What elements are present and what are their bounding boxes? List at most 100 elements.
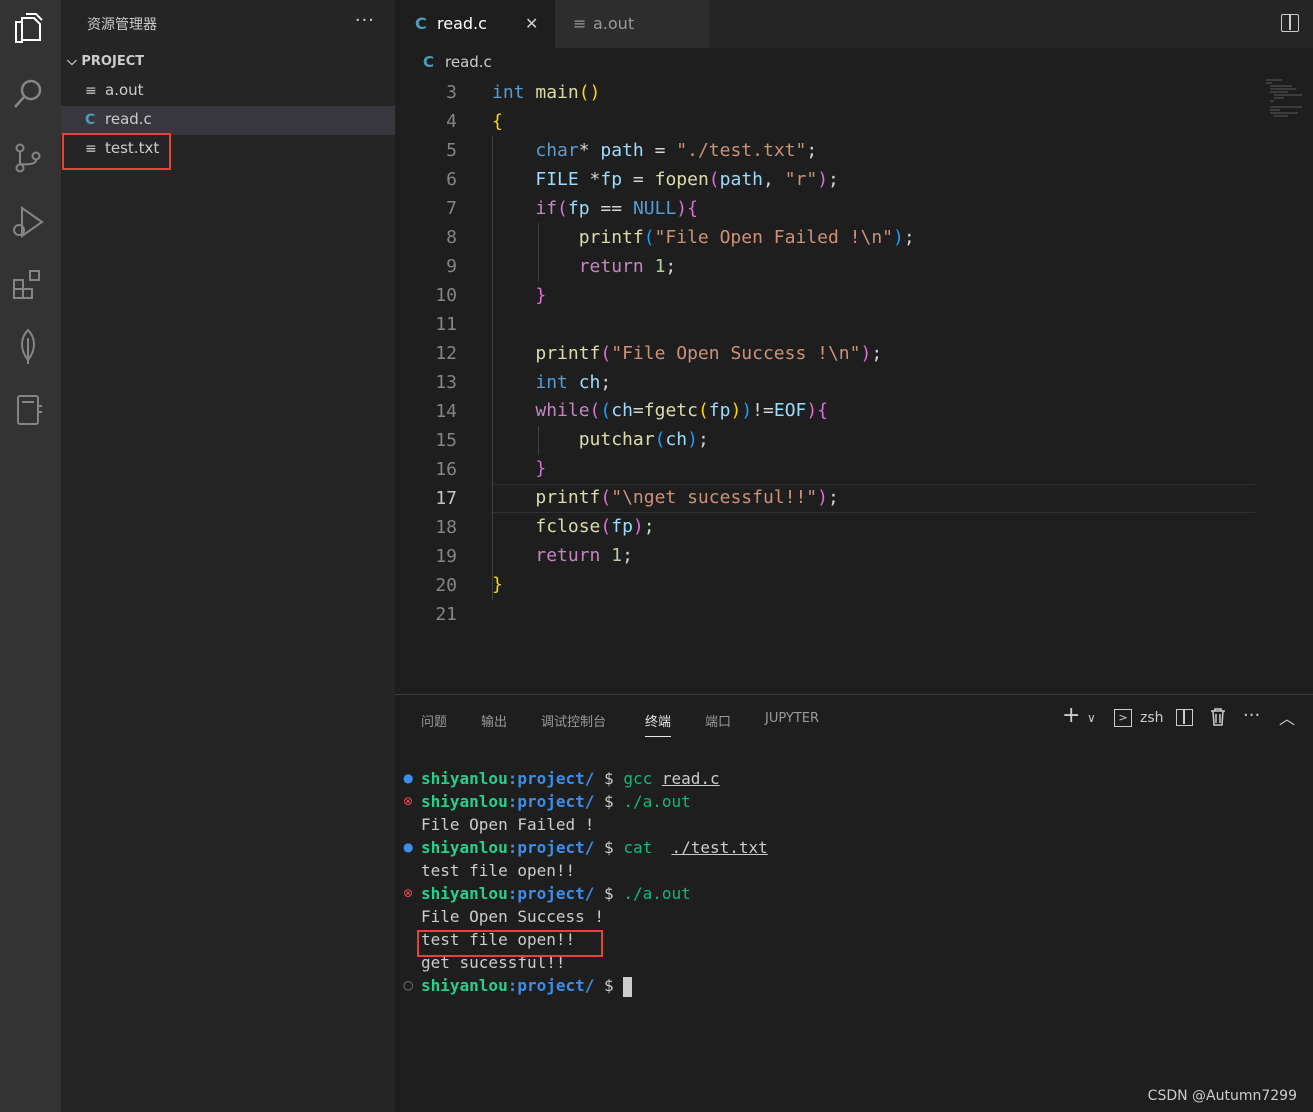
line-number: 21 [435, 604, 457, 625]
line-number: 5 [446, 140, 457, 161]
explorer-icon[interactable] [10, 12, 50, 52]
file-item-a-out[interactable]: ≡ a.out [61, 77, 395, 106]
highlight-box [62, 133, 171, 170]
tab-jupyter[interactable]: JUPYTER [765, 711, 819, 726]
code-editor[interactable]: 3 4 5 6 7 8 9 10 11 12 13 14 15 16 17 18 19 20 21 int main… [395, 78, 1313, 694]
line-number: 20 [435, 575, 457, 596]
code-line: } [535, 285, 547, 306]
more-actions-icon[interactable]: ··· [355, 10, 375, 31]
minimap[interactable] [1262, 78, 1313, 118]
line-number: 13 [435, 372, 457, 393]
tab-read-c[interactable]: C read.c ✕ [395, 0, 555, 48]
code-line: int ch; [535, 372, 612, 393]
trash-icon[interactable] [1210, 707, 1226, 731]
terminal-prompt[interactable]: shiyanlou:project/ $ [421, 976, 633, 997]
chevron-down-icon: ⌵ [67, 54, 77, 69]
line-number: 14 [435, 401, 457, 422]
notebook-icon[interactable] [10, 392, 50, 432]
tab-output[interactable]: 输出 [481, 711, 507, 730]
tab-ports[interactable]: 端口 [705, 711, 731, 730]
line-number: 15 [435, 430, 457, 451]
chevron-down-icon[interactable]: ∨ [1087, 711, 1096, 725]
close-icon[interactable]: ✕ [525, 14, 538, 33]
project-label: PROJECT [81, 54, 145, 69]
code-line: printf("File Open Failed !\n"); [578, 227, 915, 248]
run-debug-icon[interactable] [10, 204, 50, 244]
line-number: 16 [435, 459, 457, 480]
code-line: printf("File Open Success !\n"); [535, 343, 883, 364]
search-icon[interactable] [10, 76, 50, 116]
new-terminal-icon[interactable]: + [1062, 703, 1080, 728]
split-terminal-icon[interactable] [1176, 709, 1193, 726]
code-line: while((ch=fgetc(fp))!=EOF){ [535, 400, 829, 421]
code-line: { [492, 111, 503, 132]
line-number: 7 [446, 198, 457, 219]
file-label: a.out [105, 81, 144, 99]
breadcrumb: C read.c [395, 48, 1313, 78]
chevron-up-icon[interactable]: ︿ [1279, 705, 1295, 729]
terminal-cursor [623, 976, 633, 997]
line-number: 3 [446, 82, 457, 103]
line-number: 9 [446, 256, 457, 277]
success-dot-icon: ● [403, 840, 414, 854]
code-line: fclose(fp); [535, 516, 655, 537]
code-line: } [535, 458, 547, 479]
code-line: int main() [492, 82, 601, 103]
file-item-read-c[interactable]: C read.c [61, 106, 395, 135]
error-circle-icon: ⊗ [403, 886, 414, 900]
file-label: read.c [105, 110, 152, 128]
terminal-output: File Open Success ! [421, 907, 605, 926]
activity-bar [0, 0, 61, 1112]
success-dot-icon: ● [403, 771, 414, 785]
terminal-line: shiyanlou:project/ $ ./a.out [421, 792, 691, 811]
file-text-icon: ≡ [85, 83, 97, 99]
project-folder[interactable]: ⌵ PROJECT [67, 54, 144, 69]
terminal-output: test file open!! [421, 861, 576, 880]
source-control-icon[interactable] [10, 140, 50, 180]
bottom-panel: 问题 输出 调试控制台 终端 端口 JUPYTER + ∨ > zsh ··· … [395, 694, 1313, 1112]
code-line: return 1; [578, 256, 677, 277]
idle-circle-icon: ○ [403, 978, 414, 992]
terminal-output: File Open Failed ! [421, 815, 595, 834]
line-number: 19 [435, 546, 457, 567]
tab-label: read.c [437, 14, 487, 33]
leaf-icon[interactable] [10, 328, 50, 368]
terminal-line: shiyanlou:project/ $ cat ./test.txt [421, 838, 768, 857]
tab-problems[interactable]: 问题 [421, 711, 447, 730]
watermark: CSDN @Autumn7299 [1147, 1088, 1297, 1104]
editor-tabs: C read.c ✕ ≡ a.out [395, 0, 1313, 48]
code-line: return 1; [535, 545, 633, 566]
shell-label[interactable]: zsh [1140, 710, 1164, 726]
code-line: FILE *fp = fopen(path, "r"); [535, 169, 839, 190]
highlight-box [417, 930, 603, 957]
explorer-sidebar: 资源管理器 ··· ⌵ PROJECT ≡ a.out C read.c ≡ t… [61, 0, 395, 1112]
extensions-icon[interactable] [10, 266, 50, 306]
code-line: putchar(ch); [578, 429, 709, 450]
more-actions-icon[interactable]: ··· [1243, 705, 1260, 726]
terminal-line: shiyanlou:project/ $ gcc read.c [421, 769, 720, 788]
file-text-icon: ≡ [573, 14, 587, 33]
code-line: } [492, 574, 503, 595]
error-circle-icon: ⊗ [403, 794, 414, 808]
split-editor-icon[interactable] [1281, 14, 1299, 32]
line-number: 4 [446, 111, 457, 132]
line-number: 11 [435, 314, 457, 335]
c-file-icon: C [85, 112, 96, 128]
tab-label: a.out [593, 14, 635, 33]
code-line: char* path = "./test.txt"; [535, 140, 818, 161]
c-file-icon: C [415, 14, 427, 33]
code-line: printf("\nget sucessful!!"); [535, 487, 839, 508]
line-number: 6 [446, 169, 457, 190]
explorer-title: 资源管理器 [87, 17, 157, 33]
tab-a-out[interactable]: ≡ a.out [555, 0, 709, 48]
tab-debug-console[interactable]: 调试控制台 [541, 711, 606, 730]
breadcrumb-item[interactable]: read.c [445, 53, 492, 71]
tab-terminal[interactable]: 终端 [645, 711, 672, 737]
line-number: 18 [435, 517, 457, 538]
line-number: 10 [435, 285, 457, 306]
c-file-icon: C [423, 53, 435, 71]
code-line: if(fp == NULL){ [535, 198, 698, 219]
line-number: 12 [435, 343, 457, 364]
line-number: 8 [446, 227, 457, 248]
terminal-icon: > [1114, 709, 1132, 727]
